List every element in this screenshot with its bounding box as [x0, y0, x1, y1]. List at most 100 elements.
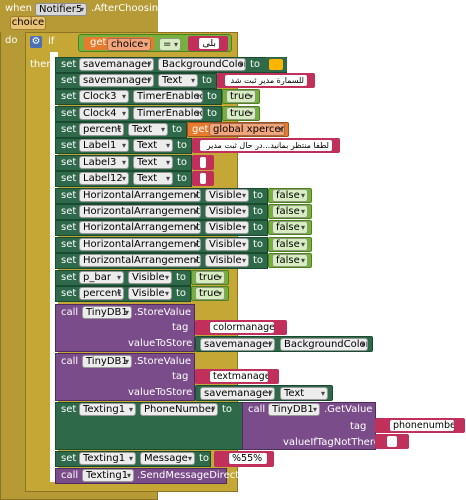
to-label: to [199, 453, 210, 464]
component-dropdown-label3[interactable]: Label3 [79, 156, 129, 169]
boolean-dropdown[interactable]: false [272, 221, 308, 234]
component-dropdown-horizontalarrangement7[interactable]: HorizontalArrangement7 [79, 254, 201, 267]
to-label: to [177, 157, 188, 168]
set-label: set [61, 222, 77, 233]
then-label: then [30, 59, 53, 70]
set-label: set [61, 59, 77, 70]
component-dropdown-texting1[interactable]: Texting1 [82, 469, 134, 482]
property-dropdown-text[interactable]: Text [133, 156, 173, 169]
event-name: .AfterChoosing [91, 3, 165, 14]
tag-label: tag [172, 322, 189, 333]
property-dropdown-timerenabled[interactable]: TimerEnabled [133, 107, 203, 120]
to-label: to [250, 59, 261, 70]
getter-prop-dropdown[interactable]: Text [280, 387, 328, 400]
set-label: set [61, 173, 77, 184]
call-label: call [61, 470, 79, 481]
component-dropdown-percent[interactable]: percent [79, 287, 124, 300]
property-dropdown-visible[interactable]: Visible [205, 205, 249, 218]
component-dropdown-p_bar[interactable]: p_bar [79, 271, 124, 284]
set-label: set [61, 75, 77, 86]
to-label: to [253, 206, 264, 217]
to-label: to [253, 239, 264, 250]
component-dropdown-savemanager[interactable]: savemanager [79, 74, 154, 87]
component-dropdown-horizontalarrangement3[interactable]: HorizontalArrangement3 [79, 221, 201, 234]
tag-string[interactable]: phonenumber [390, 420, 454, 431]
operator-dropdown[interactable]: = [159, 38, 181, 51]
property-dropdown-visible[interactable]: Visible [128, 271, 172, 284]
getter-comp-dropdown[interactable]: savemanager [200, 387, 275, 400]
set-label: set [61, 272, 77, 283]
boolean-dropdown[interactable]: true [226, 107, 256, 120]
component-dropdown-savemanager[interactable]: savemanager [79, 58, 154, 71]
method-label: .StoreValue [134, 307, 192, 318]
component-dropdown-texting1[interactable]: Texting1 [79, 403, 136, 416]
call-label: call [61, 356, 79, 367]
to-label: to [207, 91, 218, 102]
variable-dropdown-choice[interactable]: choice [107, 38, 151, 51]
to-label: to [222, 404, 233, 415]
to-label: to [207, 108, 218, 119]
boolean-dropdown[interactable]: true [195, 287, 225, 300]
boolean-dropdown[interactable]: false [272, 205, 308, 218]
getter-comp-dropdown[interactable]: savemanager [200, 338, 275, 351]
component-dropdown-texting1[interactable]: Texting1 [79, 452, 136, 465]
valuetostore-label: valueToStore [128, 338, 193, 349]
condition-string[interactable]: بلى [199, 38, 219, 49]
component-dropdown-horizontalarrangement2[interactable]: HorizontalArrangement2 [79, 205, 201, 218]
property-dropdown-visible[interactable]: Visible [205, 221, 249, 234]
component-dropdown-clock4[interactable]: Clock4 [79, 107, 129, 120]
boolean-dropdown[interactable]: false [272, 238, 308, 251]
property-dropdown-visible[interactable]: Visible [205, 189, 249, 202]
call-label: call [248, 404, 266, 415]
message-string[interactable]: %55% [229, 453, 267, 464]
set-label: set [61, 190, 77, 201]
property-dropdown-text[interactable]: Text [133, 172, 173, 185]
property-dropdown-text[interactable]: Text [128, 123, 168, 136]
component-dropdown-horizontalarrangement1[interactable]: HorizontalArrangement1 [79, 189, 201, 202]
component-dropdown-tinydb1[interactable]: TinyDB1 [268, 403, 320, 416]
boolean-dropdown[interactable]: true [195, 271, 225, 284]
to-label: to [253, 222, 264, 233]
component-dropdown-tinydb1[interactable]: TinyDB1 [82, 355, 132, 368]
property-dropdown-phonenumber[interactable]: PhoneNumber [140, 403, 218, 416]
if-label: if [48, 36, 55, 47]
component-dropdown-horizontalarrangement5[interactable]: HorizontalArrangement5 [79, 238, 201, 251]
method-label: .SendMessageDirect [137, 470, 240, 481]
color-swatch-orange[interactable] [269, 59, 283, 70]
property-dropdown-visible[interactable]: Visible [205, 238, 249, 251]
variable-dropdown-global-xpercent[interactable]: global xpercent [209, 123, 285, 136]
boolean-dropdown[interactable]: true [226, 90, 256, 103]
to-label: to [253, 190, 264, 201]
property-dropdown-timerenabled[interactable]: TimerEnabled [133, 90, 203, 103]
text-string[interactable] [200, 173, 206, 184]
text-string[interactable]: لطفا منتظر بمانید...در حال ثبت مدیر [200, 140, 332, 151]
component-dropdown-tinydb1[interactable]: TinyDB1 [82, 306, 132, 319]
property-dropdown-backgroundcolor[interactable]: BackgroundColor [158, 58, 246, 71]
component-dropdown-label1[interactable]: Label1 [79, 139, 129, 152]
text-string[interactable] [200, 157, 206, 168]
boolean-dropdown[interactable]: false [272, 254, 308, 267]
when-label: when [5, 3, 33, 14]
ifnt-label: valueIfTagNotThere [283, 437, 380, 448]
empty-string[interactable] [387, 436, 397, 447]
set-label: set [61, 404, 77, 415]
component-dropdown-clock3[interactable]: Clock3 [79, 90, 129, 103]
property-dropdown-visible[interactable]: Visible [205, 254, 249, 267]
getter-prop-dropdown[interactable]: BackgroundColor [280, 338, 368, 351]
set-label: set [61, 91, 77, 102]
gear-icon[interactable]: ⚙ [30, 36, 42, 48]
text-string[interactable]: للسمارة مدير ثبت شد [225, 75, 307, 86]
param-choice[interactable]: choice [10, 16, 46, 30]
property-dropdown-message[interactable]: Message [140, 452, 195, 465]
property-dropdown-text[interactable]: Text [158, 74, 198, 87]
property-dropdown-visible[interactable]: Visible [128, 287, 172, 300]
component-dropdown-label12[interactable]: Label12 [79, 172, 129, 185]
boolean-dropdown[interactable]: false [272, 189, 308, 202]
property-dropdown-text[interactable]: Text [133, 139, 173, 152]
component-dropdown-percent[interactable]: percent [79, 123, 124, 136]
set-label: set [61, 453, 77, 464]
tag-string[interactable]: colormanager [210, 322, 274, 333]
to-label: to [172, 124, 183, 135]
component-dropdown-notifier5[interactable]: Notifier5 [35, 3, 87, 16]
tag-string[interactable]: textmanager [210, 371, 268, 382]
